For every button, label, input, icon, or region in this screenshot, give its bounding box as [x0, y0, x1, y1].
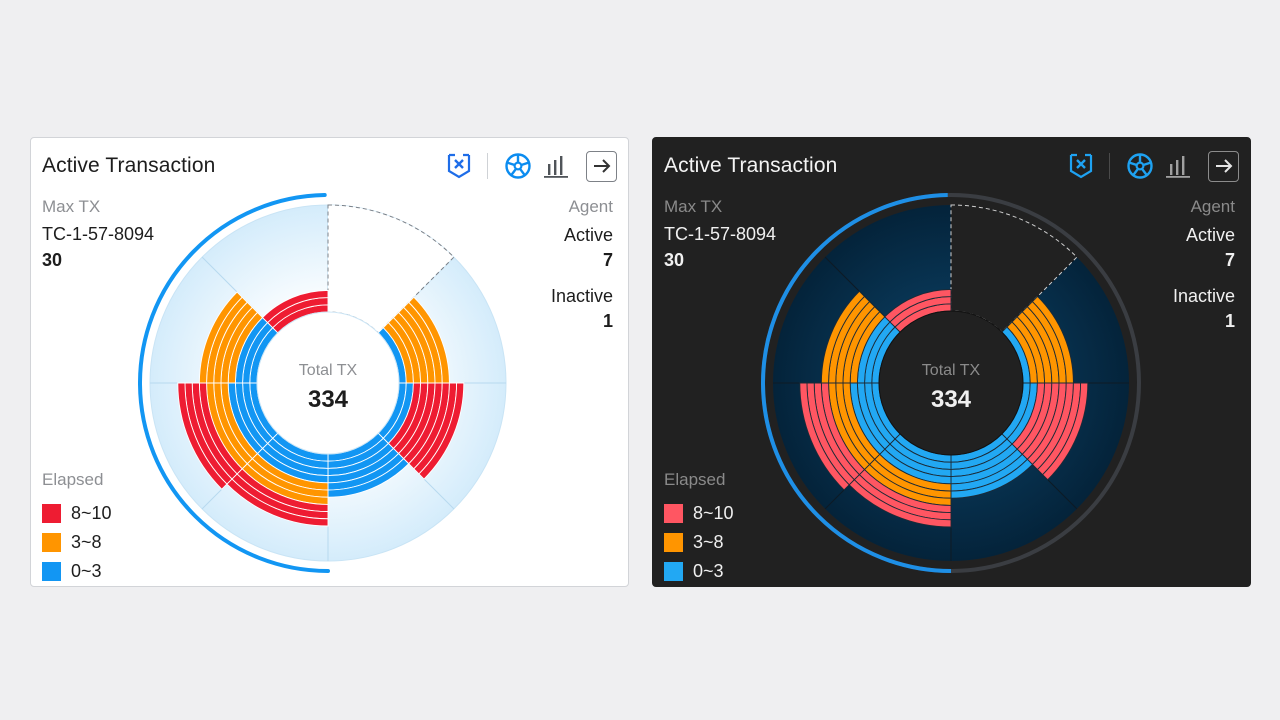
inactive-label: Inactive — [550, 286, 613, 306]
inactive-count: 1 — [602, 311, 613, 331]
filter-button[interactable] — [1065, 150, 1097, 182]
total-tx-label: Total TX — [299, 362, 358, 379]
bar-chart-button[interactable] — [540, 150, 572, 182]
agent-summary: Agent Active 7 Inactive 1 — [1173, 197, 1235, 347]
legend-item-3-8[interactable]: 3~8 — [42, 528, 112, 557]
legend-swatch-orange — [664, 533, 683, 552]
open-detail-button[interactable] — [586, 150, 617, 182]
wheel-icon — [505, 153, 531, 179]
transaction-chart: Total TX 334 — [761, 193, 1141, 573]
agent-label: Agent — [1190, 197, 1235, 216]
active-label: Active — [1185, 225, 1235, 245]
wheel-view-button[interactable] — [502, 150, 534, 182]
elapsed-legend: Elapsed 8~10 3~8 0~3 — [664, 470, 734, 586]
active-count: 7 — [602, 250, 613, 270]
toolbar — [443, 150, 617, 182]
legend-title: Elapsed — [664, 470, 726, 489]
max-tx-id[interactable]: TC-1-57-8094 — [664, 224, 776, 245]
legend-item-8-10[interactable]: 8~10 — [664, 499, 734, 528]
bar-chart-icon — [1166, 156, 1190, 178]
legend-swatch-blue — [42, 562, 61, 581]
agent-label: Agent — [568, 197, 613, 216]
legend-label: 0~3 — [693, 561, 724, 581]
bar-chart-icon — [544, 156, 568, 178]
bar-chart-button[interactable] — [1162, 150, 1194, 182]
widget-title: Active Transaction — [664, 154, 838, 177]
max-tx-value: 30 — [664, 250, 685, 270]
arrow-right-icon — [593, 159, 610, 173]
legend-swatch-orange — [42, 533, 61, 552]
elapsed-legend: Elapsed 8~10 3~8 0~3 — [42, 470, 112, 586]
active-transaction-widget-dark: Total TX 334 Active Transaction Max TX T… — [652, 137, 1251, 587]
agent-summary: Agent Active 7 Inactive 1 — [551, 197, 613, 347]
legend-label: 8~10 — [693, 503, 734, 523]
toolbar-divider — [487, 153, 488, 179]
open-detail-button[interactable] — [1208, 150, 1239, 182]
center-hole — [256, 311, 400, 455]
shield-x-icon — [1069, 153, 1093, 179]
wheel-view-button[interactable] — [1124, 150, 1156, 182]
total-tx-value: 334 — [308, 386, 349, 413]
transaction-chart: Total TX 334 — [138, 193, 507, 573]
legend-label: 8~10 — [71, 503, 112, 523]
active-count: 7 — [1224, 250, 1235, 270]
legend-item-3-8[interactable]: 3~8 — [664, 528, 734, 557]
legend-swatch-blue — [664, 562, 683, 581]
total-tx-value: 334 — [931, 386, 972, 413]
legend-swatch-red — [664, 504, 683, 523]
legend-item-8-10[interactable]: 8~10 — [42, 499, 112, 528]
inactive-count: 1 — [1224, 311, 1235, 331]
legend-label: 0~3 — [71, 561, 102, 581]
legend-item-0-3[interactable]: 0~3 — [42, 557, 112, 586]
inactive-label: Inactive — [1172, 286, 1235, 306]
max-tx-label: Max TX — [42, 197, 101, 216]
max-tx-label: Max TX — [664, 197, 723, 216]
arrow-right-icon — [1215, 159, 1232, 173]
total-tx-label: Total TX — [922, 362, 981, 379]
max-tx-value: 30 — [42, 250, 63, 270]
active-transaction-widget-light: Total TX 334 Active Transaction Max TX T… — [30, 137, 629, 587]
toolbar-divider — [1109, 153, 1110, 179]
shield-x-icon — [447, 153, 471, 179]
legend-swatch-red — [42, 504, 61, 523]
legend-title: Elapsed — [42, 470, 104, 489]
legend-item-0-3[interactable]: 0~3 — [664, 557, 734, 586]
max-tx-id[interactable]: TC-1-57-8094 — [42, 224, 154, 245]
active-label: Active — [563, 225, 613, 245]
widget-title: Active Transaction — [42, 154, 216, 177]
legend-label: 3~8 — [71, 532, 102, 552]
toolbar — [1065, 150, 1239, 182]
legend-label: 3~8 — [693, 532, 724, 552]
filter-button[interactable] — [443, 150, 475, 182]
center-hole — [878, 310, 1024, 456]
wheel-icon — [1127, 153, 1153, 179]
